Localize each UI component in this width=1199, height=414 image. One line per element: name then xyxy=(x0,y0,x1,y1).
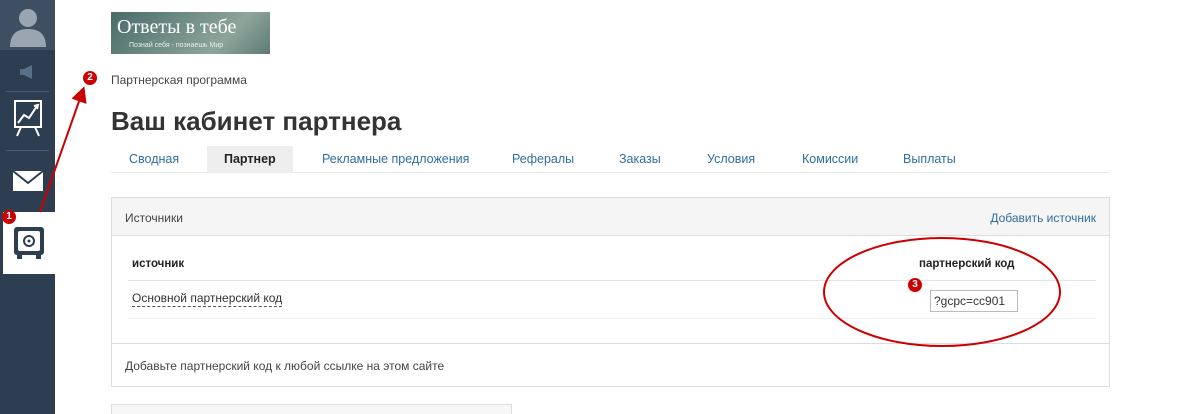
page-title: Ваш кабинет партнера xyxy=(111,106,402,136)
tab-orders[interactable]: Заказы xyxy=(619,146,661,173)
add-source-link[interactable]: Добавить источник xyxy=(990,211,1096,225)
tab-offers[interactable]: Рекламные предложения xyxy=(322,146,469,173)
logo-subtitle: Познай себя - познаешь Мир xyxy=(129,42,224,49)
annotation-badge-2: 2 xyxy=(83,71,97,85)
source-name-link[interactable]: Основной партнерский код xyxy=(132,291,283,307)
annotation-badge-1: 1 xyxy=(2,210,16,224)
tab-terms[interactable]: Условия xyxy=(707,146,755,173)
annotation-badge-3: 3 xyxy=(908,278,922,292)
mail-icon xyxy=(11,170,44,191)
tab-referrals[interactable]: Рефералы xyxy=(512,146,574,173)
partner-code-field[interactable] xyxy=(930,290,1018,312)
sidebar xyxy=(0,0,55,414)
column-header-source: источник xyxy=(132,258,185,270)
sources-panel-title: Источники xyxy=(125,211,183,225)
breadcrumb[interactable]: Партнерская программа xyxy=(111,73,247,87)
sidebar-avatar[interactable] xyxy=(0,0,55,50)
column-header-partner-code: партнерский код xyxy=(919,258,1015,270)
site-logo[interactable]: Ответы в тебе Познай себя - познаешь Мир xyxy=(111,12,270,54)
table-divider xyxy=(128,318,1096,319)
sources-panel: Источники Добавить источник источник пар… xyxy=(111,197,1110,387)
tab-summary[interactable]: Сводная xyxy=(129,146,179,173)
chart-icon xyxy=(13,100,42,137)
tab-commissions[interactable]: Комиссии xyxy=(802,146,858,173)
logo-title: Ответы в тебе xyxy=(117,16,237,38)
speaker-icon xyxy=(19,65,32,79)
sidebar-item-notifications[interactable] xyxy=(0,56,55,88)
safe-icon xyxy=(14,227,44,259)
sidebar-divider xyxy=(6,91,49,92)
secondary-panel xyxy=(111,404,512,414)
sources-footer-text: Добавьте партнерский код к любой ссылке … xyxy=(125,359,445,373)
avatar-icon xyxy=(9,9,46,47)
sidebar-item-statistics[interactable] xyxy=(0,93,55,143)
table-divider xyxy=(128,280,1096,281)
sidebar-item-messages[interactable] xyxy=(0,158,55,204)
sidebar-divider xyxy=(6,150,49,151)
panel-footer-divider xyxy=(112,343,1109,344)
sources-panel-header: Источники Добавить источник xyxy=(112,198,1109,236)
tab-partner[interactable]: Партнер xyxy=(207,146,293,173)
tab-payouts[interactable]: Выплаты xyxy=(903,146,956,173)
tab-bar: Сводная Партнер Рекламные предложения Ре… xyxy=(111,146,1110,173)
